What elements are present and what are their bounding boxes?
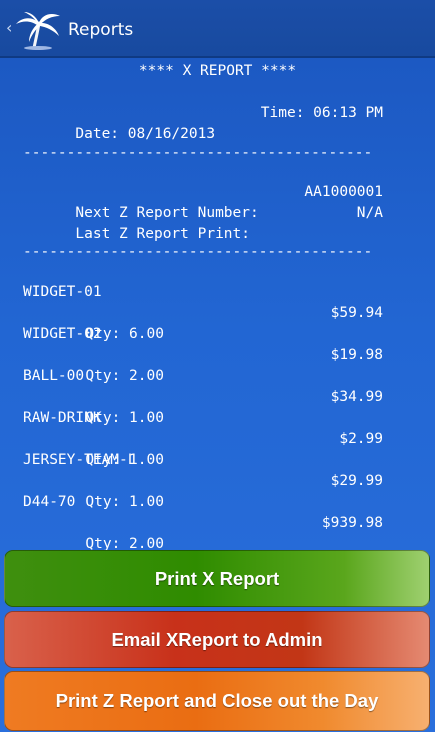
item-amount: $34.99 xyxy=(330,389,383,405)
item-qty-row: Qty: 1.00 $2.99 xyxy=(33,429,383,468)
item-amount: $29.99 xyxy=(330,473,383,489)
separator: ---------------------------------------- xyxy=(23,244,373,260)
date-label: Date: 08/16/2013 xyxy=(75,126,216,142)
print-z-report-button[interactable]: Print Z Report and Close out the Day xyxy=(4,671,430,731)
next-z-value: AA1000001 xyxy=(304,184,383,200)
item-amount: $939.98 xyxy=(321,515,383,531)
reports-screen: ‹ Reports **** X REPORT **** Date: 08/16… xyxy=(0,0,435,732)
item-qty-row: Qty: 2.00 $19.98 xyxy=(33,345,383,384)
item-name: BALL-00 xyxy=(23,368,85,384)
item-name: D44-70 xyxy=(23,494,76,510)
item-amount: $59.94 xyxy=(330,305,383,321)
item-name: WIDGET-01 xyxy=(23,284,102,300)
print-x-report-button[interactable]: Print X Report xyxy=(4,550,430,607)
last-z-row: Last Z Report Print: N/A xyxy=(23,203,383,242)
separator: ---------------------------------------- xyxy=(23,145,373,161)
date-time-row: Date: 08/16/2013 Time: 06:13 PM xyxy=(23,103,383,142)
report-header: **** X REPORT **** xyxy=(138,63,297,79)
palm-tree-icon[interactable] xyxy=(12,10,64,50)
item-amount: $2.99 xyxy=(339,431,383,447)
item-amount: $19.98 xyxy=(330,347,383,363)
item-qty-row: Qty: 1.00 $29.99 xyxy=(33,471,383,510)
item-name: JERSEY-TEAM-L xyxy=(23,452,137,468)
item-qty-row: Qty: 6.00 $59.94 xyxy=(33,303,383,342)
item-name: RAW-DRINK xyxy=(23,410,102,426)
screen-title: Reports xyxy=(68,20,134,40)
item-name: WIDGET-02 xyxy=(23,326,102,342)
item-qty-row: Qty: 2.00 $939.98 xyxy=(33,513,383,552)
last-z-label: Last Z Report Print: xyxy=(75,226,250,242)
x-report-receipt: **** X REPORT **** Date: 08/16/2013 Time… xyxy=(0,60,435,552)
item-qty-row: Qty: 1.00 $34.99 xyxy=(33,387,383,426)
time-label: Time: 06:13 PM xyxy=(260,105,383,121)
email-x-report-button[interactable]: Email XReport to Admin xyxy=(4,611,430,668)
action-bar: ‹ Reports xyxy=(0,0,435,58)
last-z-value: N/A xyxy=(356,205,383,221)
next-z-row: Next Z Report Number: AA1000001 xyxy=(23,182,383,221)
